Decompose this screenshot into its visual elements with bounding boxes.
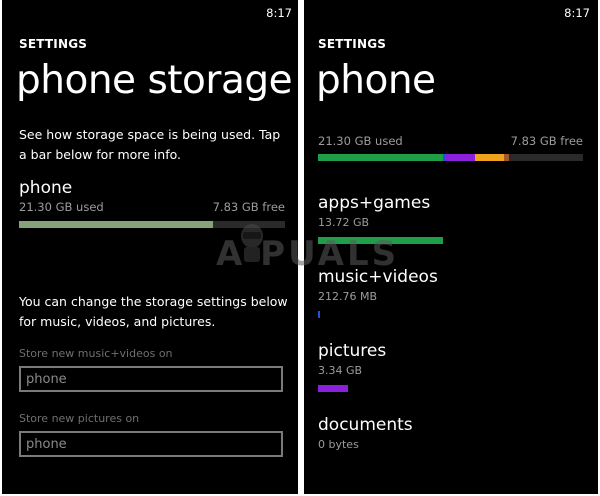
category-title: documents [318, 415, 413, 435]
music-videos-location-select[interactable]: phone [19, 366, 283, 392]
storage-breakdown-bar [318, 154, 583, 161]
phone-storage-entry[interactable]: phone 21.30 GB used 7.83 GB free [19, 178, 285, 234]
free-label: 7.83 GB free [212, 200, 285, 214]
status-time: 8:17 [564, 6, 590, 20]
storage-segment-documents-other [504, 154, 509, 161]
category-item-music-videos[interactable]: music+videos 212.76 MB [318, 267, 583, 329]
music-videos-location-value: phone [26, 372, 67, 387]
section-header: SETTINGS [318, 37, 387, 51]
settings-text: You can change the storage settings belo… [19, 294, 288, 329]
category-item-pictures[interactable]: pictures 3.34 GB [318, 341, 583, 403]
phone-detail-screen: 8:17 SETTINGS phone 21.30 GB used 7.83 G… [304, 0, 598, 494]
used-label: 21.30 GB used [19, 200, 104, 214]
phone-storage-screen: 8:17 SETTINGS phone storage See how stor… [2, 0, 298, 494]
category-usage-bar [318, 237, 443, 244]
category-usage-bar [318, 311, 320, 318]
music-videos-label: Store new music+videos on [19, 347, 173, 360]
category-item-apps-games[interactable]: apps+games 13.72 GB [318, 193, 583, 255]
category-title: apps+games [318, 193, 431, 213]
storage-segment-apps+games [318, 154, 443, 161]
category-size: 13.72 GB [318, 216, 370, 229]
free-label: 7.83 GB free [510, 134, 583, 148]
section-header: SETTINGS [19, 37, 88, 51]
description-text: See how storage space is being used. Tap… [19, 127, 281, 162]
page-title: phone [316, 58, 436, 103]
device-name: phone [19, 178, 73, 198]
category-title: music+videos [318, 267, 438, 287]
storage-segment-pictures [445, 154, 475, 161]
category-size: 3.34 GB [318, 364, 363, 377]
category-item-documents[interactable]: documents 0 bytes [318, 415, 583, 477]
category-size: 0 bytes [318, 438, 359, 451]
pictures-label: Store new pictures on [19, 412, 140, 425]
page-title: phone storage [16, 58, 293, 103]
pictures-location-select[interactable]: phone [19, 431, 283, 457]
storage-bar-used[interactable] [19, 221, 213, 228]
used-label: 21.30 GB used [318, 134, 403, 148]
category-size: 212.76 MB [318, 290, 378, 303]
status-time: 8:17 [266, 6, 292, 20]
category-title: pictures [318, 341, 387, 361]
category-usage-bar [318, 385, 348, 392]
pictures-location-value: phone [26, 437, 67, 452]
storage-segment-other [475, 154, 504, 161]
